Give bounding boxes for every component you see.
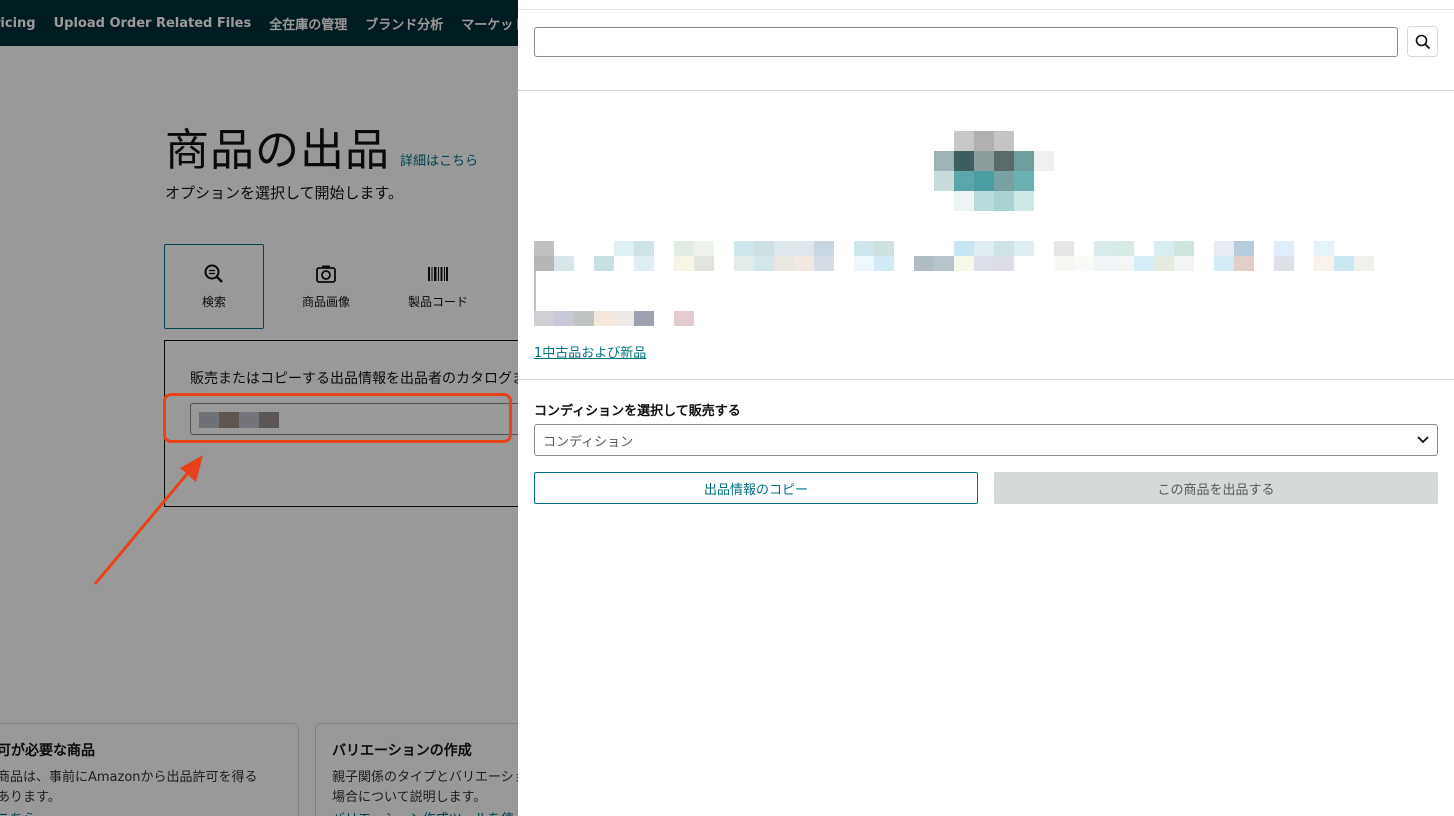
panel-search-input[interactable] <box>534 27 1398 57</box>
panel-search-button[interactable] <box>1407 26 1438 57</box>
product-detail-panel: 1中古品および新品 コンディションを選択して販売する コンディション 出品情報の… <box>518 0 1454 816</box>
condition-select-value: コンディション <box>543 434 634 450</box>
product-image <box>934 131 1054 212</box>
list-product-button[interactable]: この商品を出品する <box>994 472 1438 504</box>
chevron-down-icon <box>1417 436 1429 444</box>
annotation-highlight-box <box>163 393 512 443</box>
offers-link[interactable]: 1中古品および新品 <box>534 342 646 361</box>
copy-listing-button[interactable]: 出品情報のコピー <box>534 472 978 504</box>
product-title <box>534 241 1434 341</box>
search-icon <box>1415 34 1430 49</box>
condition-label: コンディションを選択して販売する <box>534 404 741 419</box>
panel-divider-1 <box>518 90 1454 91</box>
condition-select[interactable]: コンディション <box>534 424 1438 456</box>
panel-top-divider <box>518 9 1454 10</box>
panel-divider-2 <box>518 379 1454 380</box>
